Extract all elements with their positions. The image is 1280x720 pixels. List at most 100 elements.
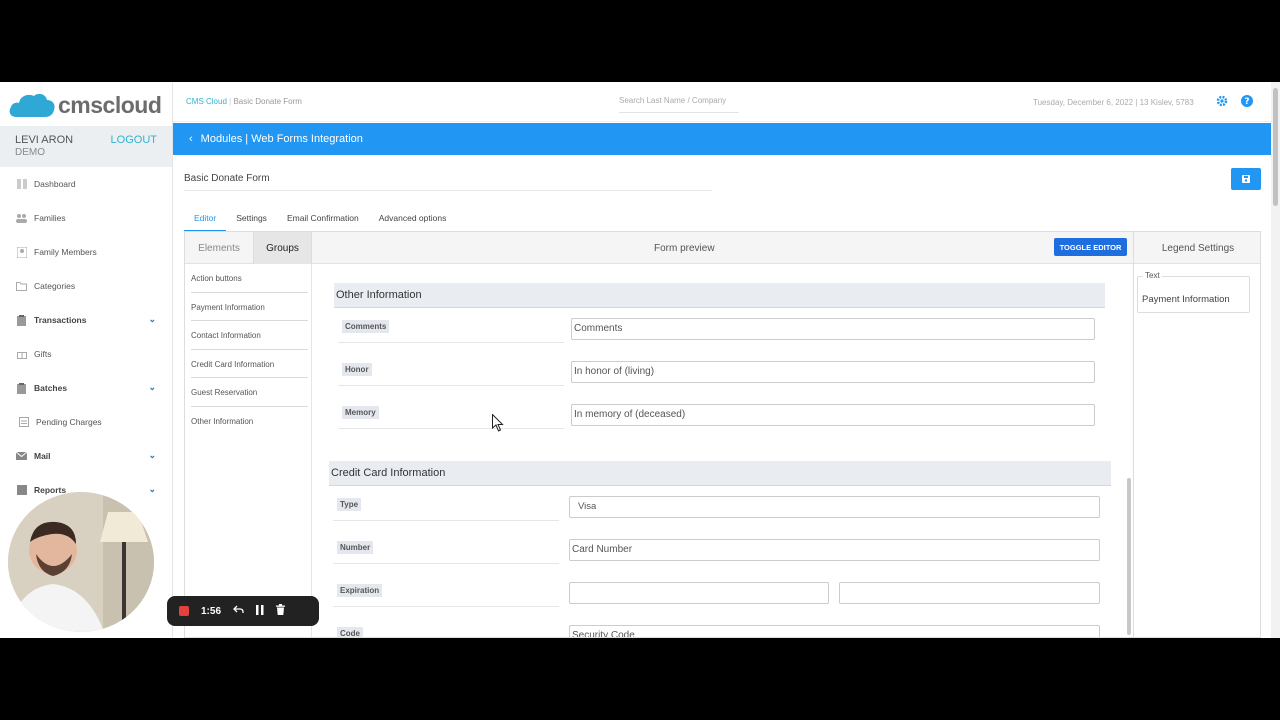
field-label: Memory [342,406,379,419]
tab-elements[interactable]: Elements [185,232,253,264]
group-item-credit-card-information[interactable]: Credit Card Information [191,350,308,378]
gift-icon [16,349,27,360]
chevron-down-icon[interactable]: ⌄ [148,314,156,325]
field-row-type[interactable]: Type Visa [329,493,1111,529]
reports-icon [16,485,27,496]
form-name-input[interactable]: Basic Donate Form [184,173,712,191]
app-logo[interactable]: cmscloud [8,90,162,120]
breadcrumb-root[interactable]: CMS Cloud [186,97,227,106]
field-row-number[interactable]: Number Card Number [329,536,1111,572]
sidebar-item-mail[interactable]: Mail ⌄ [0,439,172,473]
sidebar-item-label: Pending Charges [36,417,102,427]
save-button[interactable] [1231,168,1261,190]
pending-icon [18,417,29,428]
section-title: Credit Card Information [329,461,1111,486]
form-editor: Elements Groups Form preview TOGGLE EDIT… [184,231,1261,638]
tab-advanced-options[interactable]: Advanced options [369,206,457,232]
user-box: LEVI ARON DEMO LOGOUT [0,126,172,167]
chevron-down-icon[interactable]: ⌄ [148,450,156,461]
mouse-cursor [492,413,504,437]
field-label-box: Memory [338,401,564,429]
sidebar-item-transactions[interactable]: Transactions ⌄ [0,303,172,337]
expiration-month-field[interactable] [569,582,829,604]
field-row-honor[interactable]: Honor In honor of (living) [334,358,1105,394]
chevron-down-icon[interactable]: ⌄ [148,382,156,393]
field-row-comments[interactable]: Comments Comments [334,315,1105,351]
honor-field[interactable]: In honor of (living) [571,361,1095,383]
section-title: Other Information [334,283,1105,308]
trash-icon[interactable] [276,604,286,618]
chevron-down-icon[interactable]: ⌄ [148,484,156,495]
group-item-payment-information[interactable]: Payment Information [191,293,308,321]
pause-icon[interactable] [256,604,264,618]
batch-icon [16,382,27,394]
page-scrollbar[interactable] [1271,82,1280,638]
preview-scrollbar[interactable] [1127,478,1131,635]
undo-icon[interactable] [233,605,244,617]
sidebar-item-label: Mail [34,451,51,461]
logout-link[interactable]: LOGOUT [111,134,157,146]
sidebar-item-label: Batches [34,383,68,393]
sidebar-item-family-members[interactable]: Family Members [0,235,172,269]
sidebar-item-label: Categories [34,281,76,291]
help-icon[interactable]: ? [1241,95,1253,107]
other-information-section[interactable]: Other Information Comments Comments Hono… [334,283,1105,437]
back-chevron-icon[interactable]: ‹ [189,133,193,145]
current-date: Tuesday, December 6, 2022 | 13 Kislev, 5… [1033,98,1194,107]
sidebar-nav: Dashboard Families Family Members Catego… [0,167,172,507]
tab-email-confirmation[interactable]: Email Confirmation [277,206,369,232]
sidebar-item-dashboard[interactable]: Dashboard [0,167,172,201]
module-banner: ‹ Modules | Web Forms Integration [173,123,1271,155]
field-label: Code [337,627,363,637]
field-label-box: Type [333,493,559,521]
group-item-contact-information[interactable]: Contact Information [191,321,308,350]
field-label: Honor [342,363,372,376]
group-item-guest-reservation[interactable]: Guest Reservation [191,378,308,407]
gear-icon[interactable] [1216,95,1228,107]
card-type-select[interactable]: Visa [569,496,1100,518]
group-item-other-information[interactable]: Other Information [191,407,308,436]
memory-field[interactable]: In memory of (deceased) [571,404,1095,426]
dashboard-icon [16,179,27,190]
app-window: cmscloud LEVI ARON DEMO LOGOUT Dashboard… [0,82,1280,638]
credit-card-section[interactable]: Credit Card Information Type Visa Number… [329,461,1111,637]
sidebar-item-label: Families [34,213,66,223]
family-members-icon [16,246,27,258]
tab-settings[interactable]: Settings [226,206,277,232]
toggle-editor-button[interactable]: TOGGLE EDITOR [1054,238,1127,256]
comments-field[interactable]: Comments [571,318,1095,340]
svg-text:?: ? [1244,97,1249,107]
field-label: Comments [342,320,390,333]
field-label-box: Expiration [333,579,559,607]
legend-text-field[interactable]: Text Payment Information [1137,271,1250,313]
search-input[interactable]: Search Last Name / Company [619,91,739,113]
tab-editor[interactable]: Editor [184,206,227,232]
stop-record-button[interactable] [179,606,189,616]
field-row-code[interactable]: Code Security Code [329,622,1111,637]
legend-text-value: Payment Information [1142,294,1230,305]
sidebar-item-label: Family Members [34,247,97,257]
field-label: Type [337,498,362,511]
field-row-expiration[interactable]: Expiration [329,579,1111,615]
page-scrollbar-thumb[interactable] [1273,88,1278,206]
sidebar-item-families[interactable]: Families [0,201,172,235]
sidebar-item-pending-charges[interactable]: Pending Charges [0,405,172,439]
user-role: DEMO [15,147,45,158]
group-item-action-buttons[interactable]: Action buttons [191,264,308,293]
webcam-overlay [8,492,154,632]
card-number-field[interactable]: Card Number [569,539,1100,561]
sidebar-item-gifts[interactable]: Gifts [0,337,172,371]
header-icons: ? [1216,95,1253,107]
field-row-memory[interactable]: Memory In memory of (deceased) [334,401,1105,437]
sidebar-item-label: Dashboard [34,179,76,189]
sidebar-item-label: Transactions [34,315,87,325]
cloud-logo-icon [8,91,56,119]
sidebar-item-categories[interactable]: Categories [0,269,172,303]
expiration-year-field[interactable] [839,582,1100,604]
sidebar-item-batches[interactable]: Batches ⌄ [0,371,172,405]
recording-time: 1:56 [201,605,222,617]
tab-groups[interactable]: Groups [253,232,312,264]
security-code-field[interactable]: Security Code [569,625,1100,637]
breadcrumb-current: Basic Donate Form [233,97,302,106]
field-label-box: Honor [338,358,564,386]
